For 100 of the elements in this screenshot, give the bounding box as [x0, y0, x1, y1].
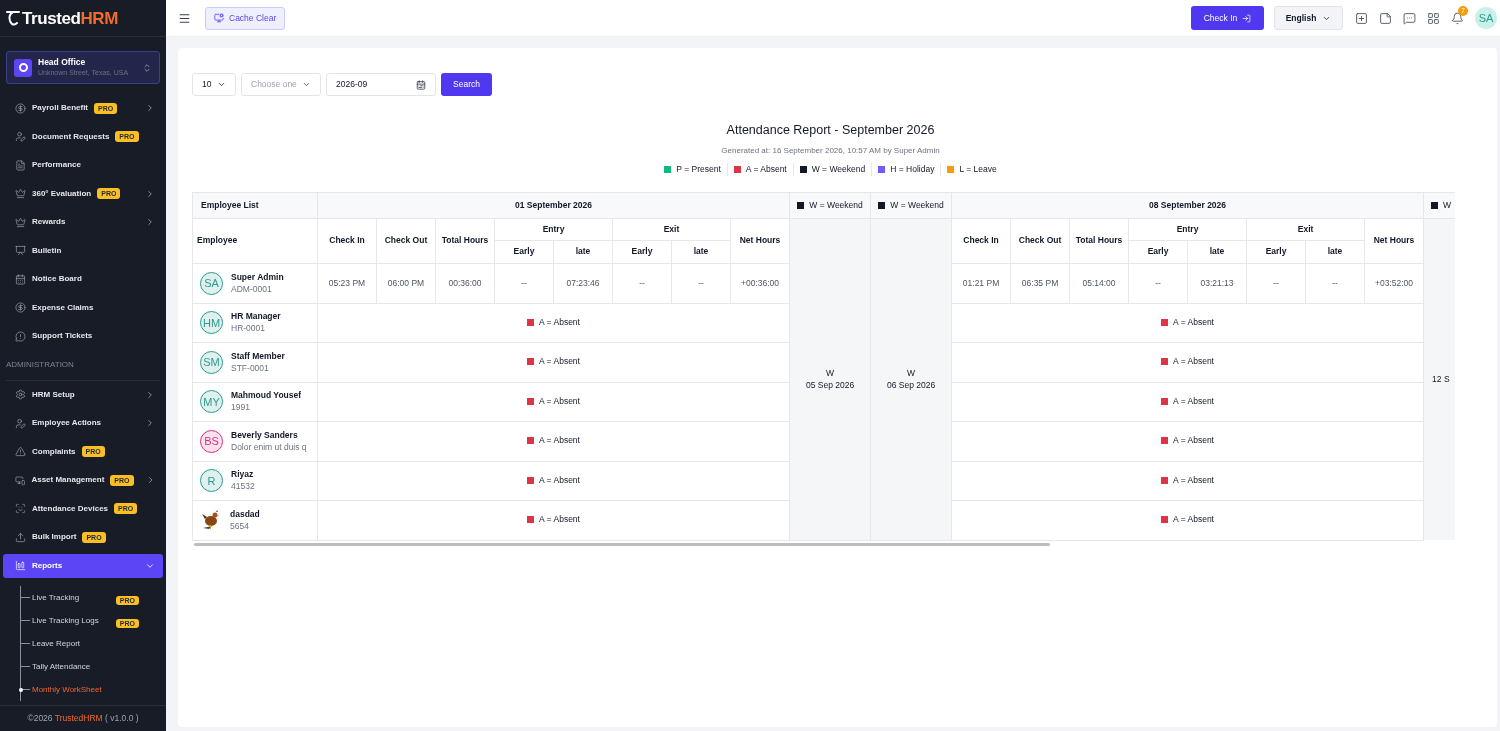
legend-label: H = Holiday [890, 162, 935, 176]
column-header: Net Hours [1364, 218, 1424, 263]
per-page-select[interactable]: 10 [192, 73, 236, 96]
status-label: A = Absent [1173, 434, 1214, 448]
cache-clear-button[interactable]: Cache Clear [205, 6, 286, 30]
generated-text: Generated at: 16 September 2026, 10:57 AM by Super Admin [721, 144, 940, 157]
table-cell: 06:35 PM [1010, 263, 1070, 303]
grid-icon[interactable] [1427, 11, 1440, 25]
sidebar-item[interactable]: Support Tickets [3, 324, 163, 349]
user-edit-icon [15, 417, 26, 429]
sidebar-item[interactable]: Reports [3, 553, 163, 578]
chevron-down-icon [302, 80, 311, 89]
crown-icon [15, 216, 26, 228]
sidebar-item[interactable]: Rewards [3, 210, 163, 235]
employee-code: 41532 [231, 480, 255, 493]
sidebar-item[interactable]: Notice Board [3, 267, 163, 292]
submenu-item[interactable]: Live Tracking [32, 591, 80, 604]
sidebar-item[interactable]: Expense Claims [3, 295, 163, 320]
submenu-item[interactable]: Monthly WorkSheet [32, 683, 102, 696]
table-cell: -- [1128, 263, 1188, 303]
weekend-cell: W 06 Sep 2026 [870, 218, 952, 540]
table-cell: -- [1246, 263, 1306, 303]
month-field[interactable]: 2026-09 [326, 73, 436, 96]
sidebar-item[interactable]: Employee Actions [3, 411, 163, 436]
devices-icon [15, 474, 26, 486]
avatar: R [200, 469, 223, 493]
date-header: 01 September 2026 [317, 192, 790, 218]
calendar-icon [416, 79, 426, 90]
table-cell: 05:23 PM [317, 263, 377, 303]
avatar: HM [200, 311, 223, 335]
employee-name: Mahmoud Yousef [231, 390, 302, 402]
employee-code: HR-0001 [231, 322, 267, 335]
chevron-right-icon [145, 103, 155, 114]
menu-icon[interactable] [178, 11, 191, 25]
avatar: SA [200, 271, 223, 295]
dollar-icon [15, 302, 26, 314]
table-cell: -- [612, 263, 672, 303]
legend-label: W = Weekend [811, 162, 866, 176]
status-label: A = Absent [539, 315, 580, 329]
check-in-button[interactable]: Check In [1191, 6, 1264, 30]
logo-icon [6, 10, 20, 26]
language-dropdown[interactable]: English [1274, 6, 1343, 30]
building-icon [14, 58, 32, 77]
table-cell: 05:14:00 [1069, 263, 1129, 303]
status-label: A = Absent [1173, 355, 1214, 369]
sidebar-item[interactable]: Performance [3, 153, 163, 178]
employee-code: 5654 [230, 519, 250, 532]
warning-icon [15, 446, 26, 458]
weekend-header: W = Weekend [890, 198, 944, 212]
sidebar-item[interactable]: HRM Setup [3, 382, 163, 407]
legend-label: P = Present [676, 162, 721, 176]
weekend-header: W = Weekend [809, 198, 863, 212]
monitor-icon [214, 13, 224, 23]
column-header: Total Hours [1069, 218, 1129, 263]
sidebar-item[interactable]: Bulletin [3, 238, 163, 263]
column-header: Check In [951, 218, 1011, 263]
status-label: A = Absent [539, 394, 580, 408]
up-down-icon [142, 62, 152, 73]
face-scan-icon [15, 503, 26, 515]
legend-label: A = Absent [745, 162, 787, 176]
note-icon[interactable] [1379, 11, 1392, 25]
status-label: A = Absent [1173, 513, 1214, 527]
chevron-right-icon [145, 418, 155, 429]
submenu-item[interactable]: Tally Attendance [32, 660, 91, 673]
login-icon [1242, 13, 1252, 23]
add-icon[interactable] [1355, 11, 1368, 25]
chevron-down-icon [217, 80, 226, 89]
weekend-header: W [1443, 198, 1452, 212]
status-label: A = Absent [539, 513, 580, 527]
submenu-item[interactable]: Leave Report [32, 637, 81, 650]
table-cell: 06:00 PM [376, 263, 436, 303]
status-label: A = Absent [539, 355, 580, 369]
crown-icon [15, 188, 26, 200]
document-icon [15, 159, 26, 171]
avatar: MY [200, 390, 223, 414]
status-label: A = Absent [1173, 473, 1214, 487]
column-header: Employee List [192, 192, 318, 218]
submenu-item[interactable]: Live Tracking Logs [32, 614, 99, 627]
table-cell: 07:23:46 [553, 263, 613, 303]
chevron-right-icon [145, 389, 155, 400]
settings-icon [15, 389, 26, 401]
logo-text: TrustedHRM [22, 9, 118, 27]
employee-name: Beverly Sanders [231, 429, 299, 441]
message-icon[interactable] [1403, 11, 1416, 25]
employee-code: 1991 [231, 401, 251, 414]
calendar-icon [15, 273, 26, 285]
table-cell: -- [494, 263, 554, 303]
employee-code: ADM-0001 [231, 282, 273, 295]
bell-icon[interactable] [1451, 11, 1464, 25]
status-label: A = Absent [1173, 315, 1214, 329]
date-header: 08 September 2026 [951, 192, 1424, 218]
dollar-icon [15, 102, 26, 114]
chevron-right-icon [145, 217, 155, 228]
search-button[interactable]: Search [441, 73, 492, 96]
employee-name: Staff Member [231, 350, 285, 362]
table-cell: 01:21 PM [951, 263, 1011, 303]
status-label: A = Absent [1173, 394, 1214, 408]
employee-code: STF-0001 [231, 361, 270, 374]
chevron-right-icon [145, 188, 155, 199]
column-header: Check In [317, 218, 377, 263]
